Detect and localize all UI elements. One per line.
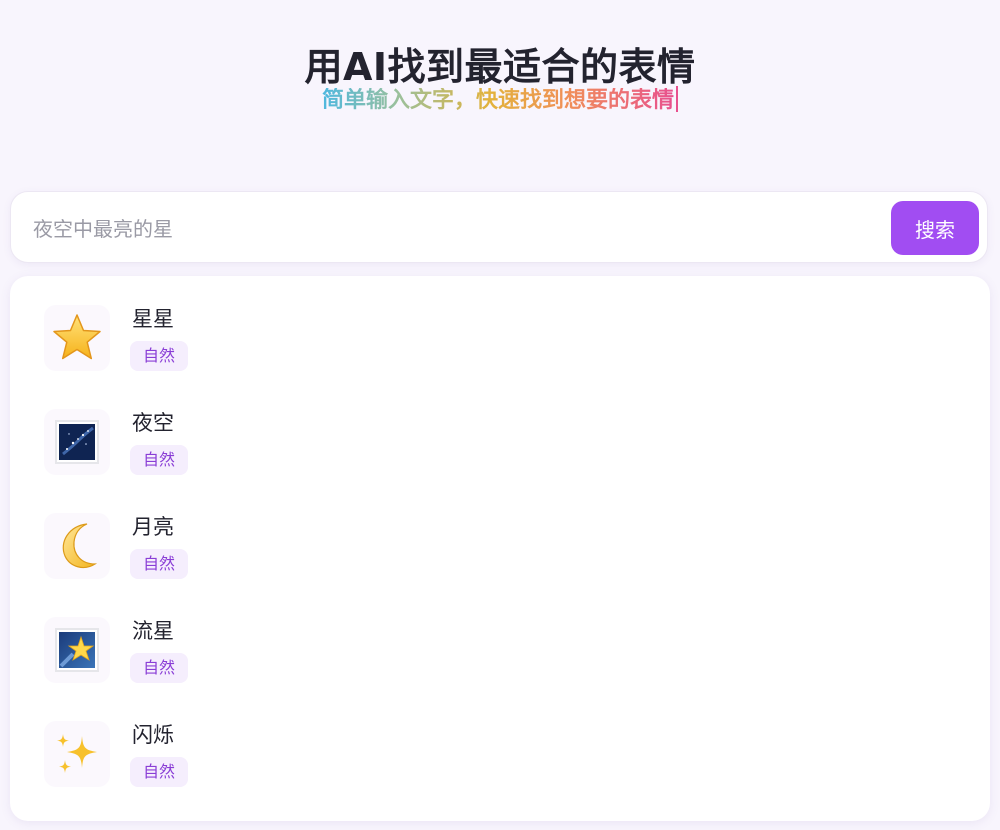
result-name: 月亮 (132, 515, 174, 539)
page-subtitle: 简单输入文字，快速找到想要的表情 (321, 88, 674, 113)
result-item-sparkles[interactable]: 闪烁 自然 (44, 721, 944, 811)
night-sky-icon (44, 409, 110, 475)
search-button[interactable]: 搜索 (891, 201, 979, 255)
result-item-star[interactable]: 星星 自然 (44, 305, 944, 395)
result-name: 闪烁 (132, 723, 174, 747)
category-tag: 自然 (130, 445, 188, 475)
result-item-night-sky[interactable]: 夜空 自然 (44, 409, 944, 499)
page-title: 用AI找到最适合的表情 (304, 45, 696, 90)
crescent-moon-icon (44, 513, 110, 579)
results-panel: 星星 自然 夜空 自然 月亮 自然 流星 自然 闪烁 自然 (10, 276, 990, 821)
star-icon (44, 305, 110, 371)
search-input[interactable] (31, 206, 885, 252)
result-item-moon[interactable]: 月亮 自然 (44, 513, 944, 603)
category-tag: 自然 (130, 757, 188, 787)
subtitle-row: 简单输入文字，快速找到想要的表情 (0, 86, 1000, 116)
result-name: 星星 (132, 307, 174, 331)
result-name: 夜空 (132, 411, 174, 435)
category-tag: 自然 (130, 653, 188, 683)
category-tag: 自然 (130, 549, 188, 579)
shooting-star-icon (44, 617, 110, 683)
result-name: 流星 (132, 619, 174, 643)
result-item-shooting-star[interactable]: 流星 自然 (44, 617, 944, 707)
category-tag: 自然 (130, 341, 188, 371)
sparkles-icon (44, 721, 110, 787)
search-bar: 搜索 (10, 191, 988, 263)
text-caret (676, 86, 678, 112)
